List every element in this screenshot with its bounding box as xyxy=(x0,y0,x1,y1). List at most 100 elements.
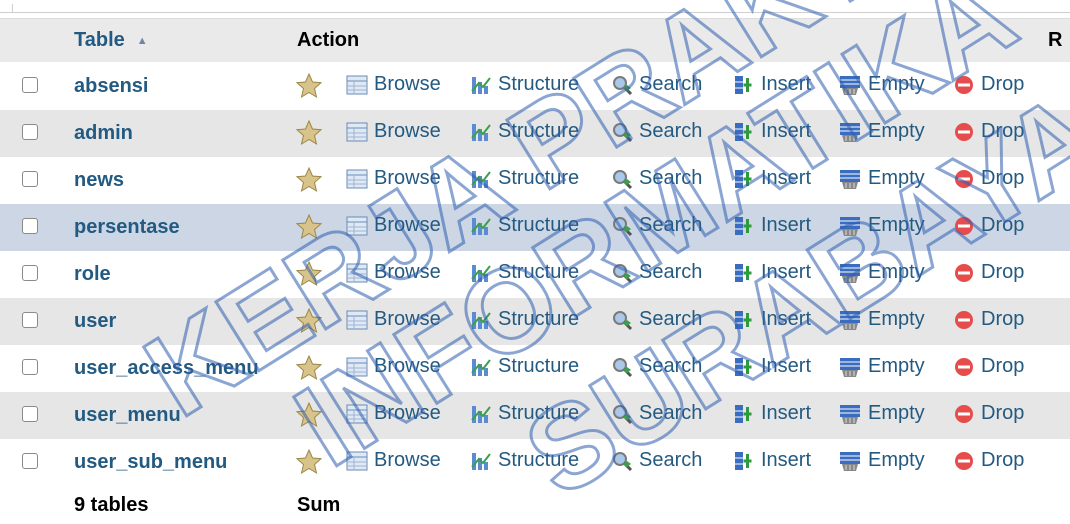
table-name-link[interactable]: persentase xyxy=(74,216,180,239)
search-label: Search xyxy=(639,73,703,95)
empty-action[interactable]: Empty xyxy=(838,261,925,284)
search-action[interactable]: Search xyxy=(611,214,702,237)
drop-action[interactable]: Drop xyxy=(953,261,1024,284)
table-name-link[interactable]: absensi xyxy=(74,75,148,98)
search-action[interactable]: Search xyxy=(611,261,702,284)
drop-action[interactable]: Drop xyxy=(953,449,1024,472)
browse-action[interactable]: Browse xyxy=(346,308,441,331)
row-checkbox[interactable] xyxy=(22,265,38,281)
top-border-tick xyxy=(12,4,13,13)
insert-action[interactable]: Insert xyxy=(733,402,811,425)
search-label: Search xyxy=(639,355,703,377)
row-checkbox[interactable] xyxy=(22,453,38,469)
empty-action[interactable]: Empty xyxy=(838,449,925,472)
drop-action[interactable]: Drop xyxy=(953,355,1024,378)
favorite-star-icon[interactable] xyxy=(296,120,322,146)
structure-action[interactable]: Structure xyxy=(470,120,579,143)
column-header-rows[interactable]: R xyxy=(1048,29,1062,52)
browse-action[interactable]: Browse xyxy=(346,355,441,378)
favorite-star-icon[interactable] xyxy=(296,73,322,99)
search-action[interactable]: Search xyxy=(611,120,702,143)
favorite-star-icon[interactable] xyxy=(296,449,322,475)
favorite-star-icon[interactable] xyxy=(296,355,322,381)
favorite-star-icon[interactable] xyxy=(296,261,322,287)
search-label: Search xyxy=(639,167,703,189)
structure-action[interactable]: Structure xyxy=(470,308,579,331)
drop-action[interactable]: Drop xyxy=(953,120,1024,143)
insert-action[interactable]: Insert xyxy=(733,261,811,284)
browse-action[interactable]: Browse xyxy=(346,73,441,96)
drop-label: Drop xyxy=(981,120,1025,142)
drop-action[interactable]: Drop xyxy=(953,402,1024,425)
insert-action[interactable]: Insert xyxy=(733,73,811,96)
row-checkbox[interactable] xyxy=(22,171,38,187)
row-checkbox[interactable] xyxy=(22,77,38,93)
insert-action[interactable]: Insert xyxy=(733,308,811,331)
table-name-link[interactable]: user xyxy=(74,310,116,333)
table-row: news Browse Structure Search Insert Empty Drop xyxy=(0,157,1070,204)
row-checkbox[interactable] xyxy=(22,406,38,422)
insert-action[interactable]: Insert xyxy=(733,214,811,237)
search-action[interactable]: Search xyxy=(611,73,702,96)
row-checkbox[interactable] xyxy=(22,312,38,328)
empty-action[interactable]: Empty xyxy=(838,308,925,331)
empty-action[interactable]: Empty xyxy=(838,402,925,425)
drop-action[interactable]: Drop xyxy=(953,73,1024,96)
drop-icon xyxy=(953,403,981,425)
drop-action[interactable]: Drop xyxy=(953,167,1024,190)
insert-icon xyxy=(733,168,761,190)
empty-action[interactable]: Empty xyxy=(838,73,925,96)
browse-action[interactable]: Browse xyxy=(346,449,441,472)
browse-label: Browse xyxy=(374,120,441,142)
table-name-link[interactable]: user_sub_menu xyxy=(74,451,227,474)
structure-icon xyxy=(470,356,498,378)
table-name-link[interactable]: user_menu xyxy=(74,404,181,427)
search-label: Search xyxy=(639,261,703,283)
browse-action[interactable]: Browse xyxy=(346,167,441,190)
structure-action[interactable]: Structure xyxy=(470,402,579,425)
table-row: user_menu Browse Structure Search Insert Empt… xyxy=(0,392,1070,439)
row-checkbox[interactable] xyxy=(22,124,38,140)
empty-action[interactable]: Empty xyxy=(838,214,925,237)
favorite-star-icon[interactable] xyxy=(296,308,322,334)
structure-action[interactable]: Structure xyxy=(470,261,579,284)
structure-action[interactable]: Structure xyxy=(470,449,579,472)
favorite-star-icon[interactable] xyxy=(296,214,322,240)
empty-action[interactable]: Empty xyxy=(838,167,925,190)
drop-action[interactable]: Drop xyxy=(953,308,1024,331)
browse-action[interactable]: Browse xyxy=(346,214,441,237)
structure-action[interactable]: Structure xyxy=(470,214,579,237)
browse-icon xyxy=(346,122,374,142)
empty-action[interactable]: Empty xyxy=(838,355,925,378)
column-header-table[interactable]: Table ▲ xyxy=(74,29,148,52)
table-name-link[interactable]: user_access_menu xyxy=(74,357,259,380)
table-name-link[interactable]: role xyxy=(74,263,111,286)
insert-label: Insert xyxy=(761,214,812,236)
structure-action[interactable]: Structure xyxy=(470,167,579,190)
table-row: admin Browse Structure Search Insert Empty Dro… xyxy=(0,110,1070,157)
empty-action[interactable]: Empty xyxy=(838,120,925,143)
table-name-link[interactable]: admin xyxy=(74,122,133,145)
row-checkbox[interactable] xyxy=(22,218,38,234)
search-action[interactable]: Search xyxy=(611,402,702,425)
search-action[interactable]: Search xyxy=(611,449,702,472)
search-action[interactable]: Search xyxy=(611,355,702,378)
insert-icon xyxy=(733,121,761,143)
browse-action[interactable]: Browse xyxy=(346,402,441,425)
insert-action[interactable]: Insert xyxy=(733,167,811,190)
structure-action[interactable]: Structure xyxy=(470,355,579,378)
row-checkbox[interactable] xyxy=(22,359,38,375)
browse-action[interactable]: Browse xyxy=(346,120,441,143)
insert-label: Insert xyxy=(761,120,812,142)
drop-action[interactable]: Drop xyxy=(953,214,1024,237)
browse-action[interactable]: Browse xyxy=(346,261,441,284)
favorite-star-icon[interactable] xyxy=(296,167,322,193)
favorite-star-icon[interactable] xyxy=(296,402,322,428)
insert-action[interactable]: Insert xyxy=(733,355,811,378)
structure-action[interactable]: Structure xyxy=(470,73,579,96)
search-action[interactable]: Search xyxy=(611,308,702,331)
search-action[interactable]: Search xyxy=(611,167,702,190)
insert-action[interactable]: Insert xyxy=(733,449,811,472)
insert-action[interactable]: Insert xyxy=(733,120,811,143)
table-name-link[interactable]: news xyxy=(74,169,124,192)
